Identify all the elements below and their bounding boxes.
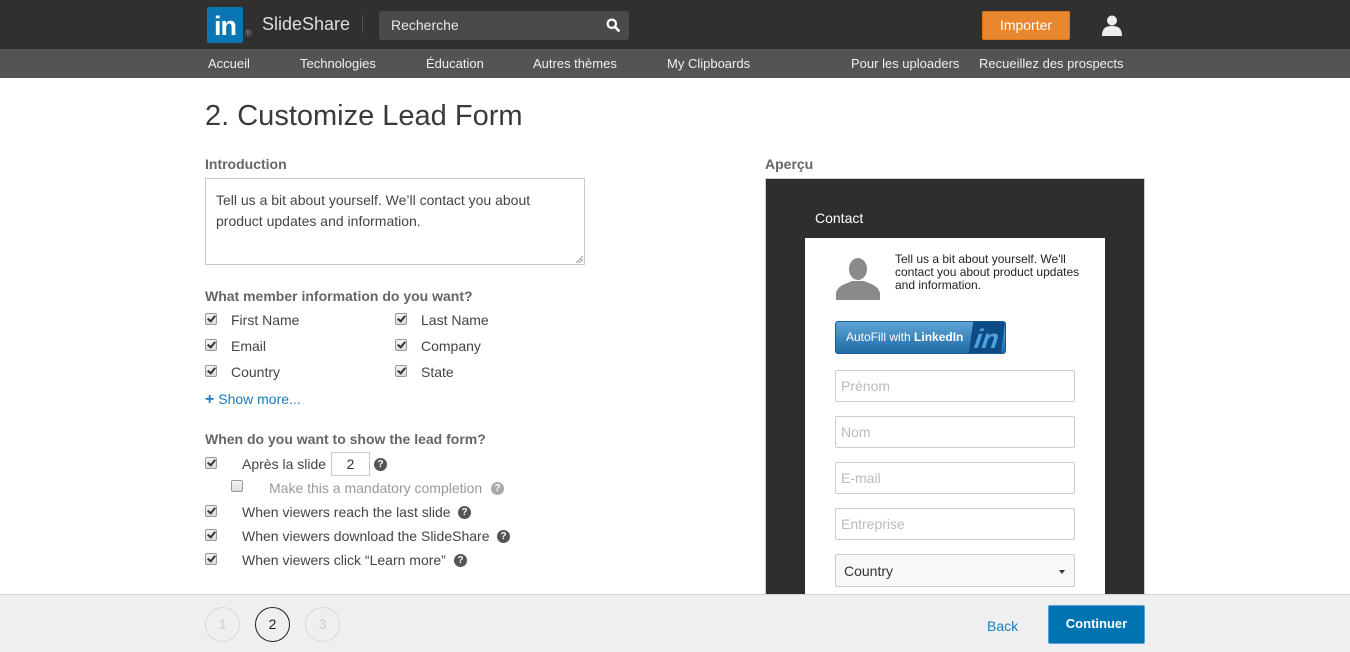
user-account-icon[interactable] xyxy=(1101,14,1123,36)
introduction-textarea[interactable]: Tell us a bit about yourself. We’ll cont… xyxy=(205,178,585,265)
state-checkbox[interactable] xyxy=(395,365,407,377)
step-2[interactable]: 2 xyxy=(255,607,290,642)
nav-item-education[interactable]: Éducation xyxy=(426,56,484,71)
avatar-icon xyxy=(836,258,880,300)
show-more-label: Show more... xyxy=(218,391,301,407)
nav-item-autres-themes[interactable]: Autres thèmes xyxy=(533,56,617,71)
last-slide-label: When viewers reach the last slide xyxy=(242,504,451,520)
page-title: 2. Customize Lead Form xyxy=(205,100,523,132)
registered-mark: ® xyxy=(245,28,252,38)
search-input[interactable]: Recherche xyxy=(379,11,629,40)
import-button[interactable]: Importer xyxy=(982,11,1070,40)
preview-last-name-input[interactable]: Nom xyxy=(835,416,1075,448)
country-checkbox[interactable] xyxy=(205,365,217,377)
mandatory-completion-label: Make this a mandatory completion xyxy=(269,480,483,496)
nav-item-recueillez-des-prospects[interactable]: Recueillez des prospects xyxy=(979,56,1124,71)
search-placeholder: Recherche xyxy=(391,17,459,33)
nav-item-my-clipboards[interactable]: My Clipboards xyxy=(667,56,750,71)
linkedin-in-icon: in xyxy=(968,322,1005,353)
member-info-label: What member information do you want? xyxy=(205,288,473,304)
first-name-checkbox[interactable] xyxy=(205,313,217,325)
continue-button[interactable]: Continuer xyxy=(1048,605,1145,644)
last-slide-checkbox[interactable] xyxy=(205,505,217,517)
help-icon[interactable]: ? xyxy=(454,554,467,567)
help-icon[interactable]: ? xyxy=(374,458,387,471)
nav-item-technologies[interactable]: Technologies xyxy=(300,56,376,71)
preview-first-name-input[interactable]: Prénom xyxy=(835,370,1075,402)
country-select-value: Country xyxy=(844,563,894,579)
help-icon[interactable]: ? xyxy=(458,506,471,519)
last-name-checkbox[interactable] xyxy=(395,313,407,325)
nav-item-accueil[interactable]: Accueil xyxy=(208,56,250,71)
preview-intro-text: Tell us a bit about yourself. We'll cont… xyxy=(895,252,1080,292)
after-slide-checkbox[interactable] xyxy=(205,457,217,469)
learn-more-label: When viewers click “Learn more” xyxy=(242,552,446,568)
help-icon[interactable]: ? xyxy=(491,482,504,495)
company-checkbox[interactable] xyxy=(395,339,407,351)
introduction-label: Introduction xyxy=(205,156,287,172)
company-label: Company xyxy=(421,338,481,354)
step-1[interactable]: 1 xyxy=(205,607,240,642)
country-label: Country xyxy=(231,364,281,380)
email-label: Email xyxy=(231,338,267,354)
search-icon[interactable] xyxy=(606,18,620,32)
state-label: State xyxy=(421,364,454,380)
back-link[interactable]: Back xyxy=(987,618,1018,634)
linkedin-logo[interactable]: in xyxy=(207,7,243,43)
nav-bar: Accueil Technologies Éducation Autres th… xyxy=(0,49,1350,78)
download-checkbox[interactable] xyxy=(205,529,217,541)
plus-icon: + xyxy=(205,391,215,408)
email-checkbox[interactable] xyxy=(205,339,217,351)
download-label: When viewers download the SlideShare xyxy=(242,528,490,544)
first-name-label: First Name xyxy=(231,312,300,328)
preview-email-input[interactable]: E-mail xyxy=(835,462,1075,494)
autofill-linkedin-button[interactable]: AutoFill with LinkedIn in xyxy=(835,321,1006,354)
last-name-label: Last Name xyxy=(421,312,489,328)
autofill-label: AutoFill with xyxy=(846,330,915,344)
after-slide-label: Après la slide xyxy=(242,456,327,472)
preview-country-select[interactable]: Country xyxy=(835,554,1075,587)
step-3[interactable]: 3 xyxy=(305,607,340,642)
caret-down-icon xyxy=(1059,570,1065,574)
show-more-link[interactable]: + Show more... xyxy=(205,391,301,409)
preview-title: Contact xyxy=(815,210,864,226)
mandatory-completion-checkbox[interactable] xyxy=(231,480,243,492)
preview-label: Aperçu xyxy=(765,156,814,172)
top-bar: in ® SlideShare Recherche Importer xyxy=(0,0,1350,49)
brand-divider xyxy=(362,15,363,33)
learn-more-checkbox[interactable] xyxy=(205,553,217,565)
resize-grip-icon[interactable] xyxy=(576,256,583,263)
preview-company-input[interactable]: Entreprise xyxy=(835,508,1075,540)
brand-name[interactable]: SlideShare xyxy=(262,14,350,35)
when-show-label: When do you want to show the lead form? xyxy=(205,431,486,447)
preview-panel: Contact Tell us a bit about yourself. We… xyxy=(765,178,1145,598)
nav-item-pour-les-uploaders[interactable]: Pour les uploaders xyxy=(851,56,959,71)
preview-card: Tell us a bit about yourself. We'll cont… xyxy=(805,238,1105,598)
help-icon[interactable]: ? xyxy=(497,530,510,543)
footer-bar: 1 2 3 Back Continuer xyxy=(0,594,1350,652)
slide-number-input[interactable]: 2 xyxy=(331,452,370,476)
autofill-linkedin-label: LinkedIn xyxy=(914,330,964,344)
